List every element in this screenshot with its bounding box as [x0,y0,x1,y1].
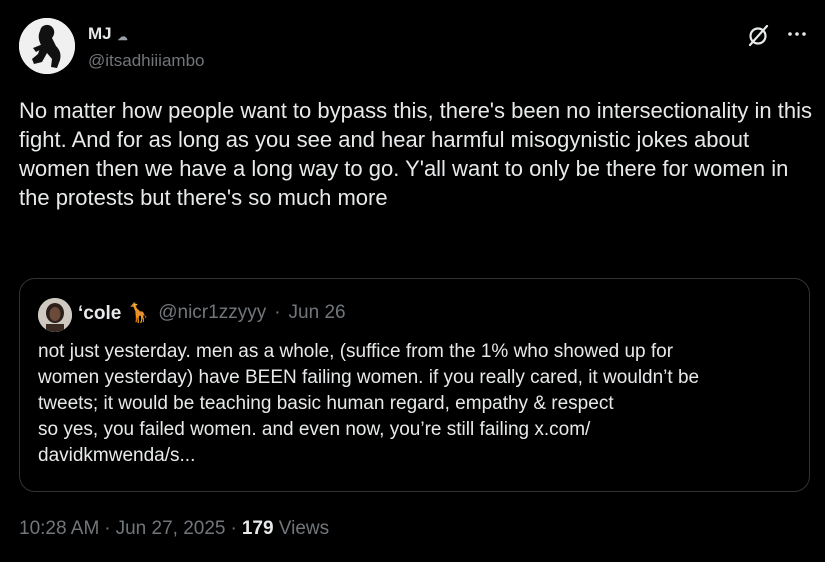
author-handle[interactable]: @itsadhiiiambo [88,51,204,71]
views-count: 179 [241,518,274,539]
quoted-text-line: so yes, you failed women. and even now, … [38,419,591,440]
tweet-meta: 10:28 AM · Jun 27, 2025 · 179 Views [19,518,329,540]
author-name[interactable]: MJ ☁ [88,24,128,44]
tweet-date[interactable]: Jun 27, 2025 [116,518,226,540]
quoted-separator: · [274,302,281,323]
meta-separator: · [230,518,237,539]
author-avatar[interactable] [19,18,75,74]
quoted-tweet[interactable]: ‘cole 🦒 @nicr1zzyyy · Jun 26 not just ye… [19,278,810,492]
quoted-text-line: not just yesterday. men as a whole, (suf… [38,341,674,362]
author-display-name[interactable]: MJ [88,24,112,44]
tweet-text: No matter how people want to bypass this… [19,98,812,210]
quoted-text-line: tweets; it would be teaching basic human… [38,393,614,414]
tweet: MJ ☁ @itsadhiiiambo No matter how people… [0,0,825,562]
name-emoji-icon: ☁ [117,31,128,43]
views-label: Views [278,518,330,539]
quoted-text: not just yesterday. men as a whole, (suf… [38,339,798,469]
quoted-text-line: davidkmwenda/s... [38,445,196,466]
quoted-date[interactable]: Jun 26 [289,302,346,324]
quoted-text-line: women yesterday) have BEEN failing women… [38,367,700,388]
quoted-author-avatar[interactable] [38,298,72,332]
quoted-author-name[interactable]: ‘cole 🦒 [78,301,150,325]
grok-icon[interactable] [746,22,772,48]
meta-separator: · [104,518,111,539]
more-icon[interactable] [784,22,810,48]
tweet-time[interactable]: 10:28 AM [19,518,99,540]
quoted-author-handle[interactable]: @nicr1zzyyy [158,302,266,324]
quoted-header: ‘cole 🦒 @nicr1zzyyy · Jun 26 [78,301,346,325]
